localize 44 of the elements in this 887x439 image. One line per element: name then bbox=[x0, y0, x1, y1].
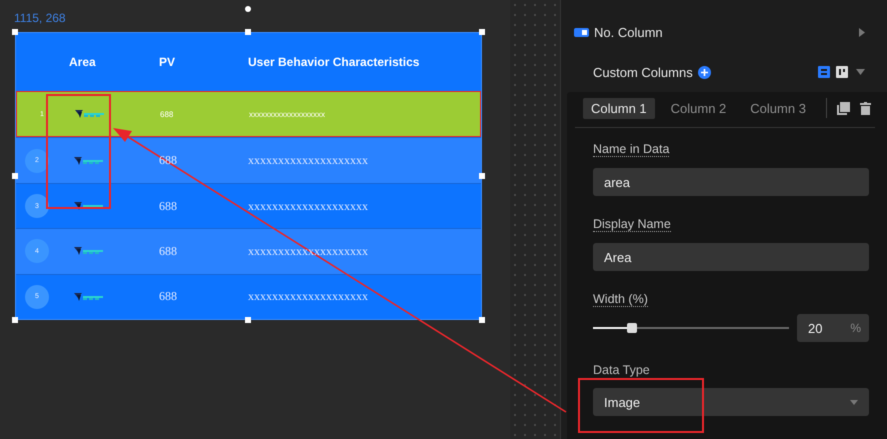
section-title: Custom Columns bbox=[593, 64, 693, 80]
table-cell-text: 688 bbox=[160, 110, 174, 119]
table-cell-text: xxxxxxxxxxxxxxxxxxxx bbox=[248, 289, 369, 304]
resize-handle[interactable] bbox=[479, 29, 485, 35]
resize-handle[interactable] bbox=[245, 29, 251, 35]
field-label: Width (%) bbox=[593, 292, 648, 307]
caret-icon[interactable] bbox=[856, 69, 865, 75]
column-tab[interactable]: Column 1 bbox=[583, 98, 655, 118]
table-cell-text: 688 bbox=[159, 289, 178, 304]
column-tab[interactable]: Column 2 bbox=[662, 98, 734, 118]
table-cell-text: xxxxxxxxxxxxxxxxxxx bbox=[249, 110, 326, 119]
trash-icon[interactable] bbox=[860, 102, 871, 114]
resize-handle[interactable] bbox=[12, 317, 18, 323]
toggle-switch[interactable] bbox=[574, 28, 589, 36]
column-header: Area bbox=[68, 55, 97, 69]
resize-handle[interactable] bbox=[479, 173, 485, 179]
dropdown[interactable]: Image bbox=[593, 388, 869, 416]
input-field[interactable]: Area bbox=[593, 243, 869, 271]
table-cell-text: xxxxxxxxxxxxxxxxxxxx bbox=[248, 198, 369, 214]
column-tab[interactable]: Column 3 bbox=[742, 98, 814, 118]
caret-icon bbox=[850, 400, 858, 404]
add-icon[interactable] bbox=[698, 66, 711, 78]
column-header: PV bbox=[159, 55, 176, 69]
field-label: Data Type bbox=[593, 363, 650, 377]
resize-handle[interactable] bbox=[12, 173, 18, 179]
column-layout-icon[interactable] bbox=[836, 66, 848, 78]
section-title: No. Column bbox=[594, 24, 663, 40]
resize-handle[interactable] bbox=[12, 29, 18, 35]
table-cell-text: 688 bbox=[159, 198, 178, 214]
number-field[interactable]: 20 % bbox=[797, 314, 869, 342]
copy-icon[interactable] bbox=[836, 102, 850, 114]
unit-label: % bbox=[850, 321, 861, 335]
field-label: Name in Data bbox=[593, 142, 670, 157]
resize-handle[interactable] bbox=[245, 317, 251, 323]
input-field[interactable]: area bbox=[593, 168, 869, 196]
expand-arrow-icon[interactable] bbox=[859, 28, 865, 36]
rotate-handle[interactable] bbox=[245, 6, 251, 12]
list-layout-icon[interactable] bbox=[818, 66, 830, 78]
resize-handle[interactable] bbox=[479, 317, 485, 323]
field-label: Display Name bbox=[593, 217, 671, 232]
table-cell-text: 688 bbox=[159, 244, 178, 259]
column-header: User Behavior Characteristics bbox=[248, 55, 420, 69]
coordinates-label: 1115, 268 bbox=[14, 11, 66, 25]
table-cell-text: xxxxxxxxxxxxxxxxxxxx bbox=[248, 153, 369, 168]
